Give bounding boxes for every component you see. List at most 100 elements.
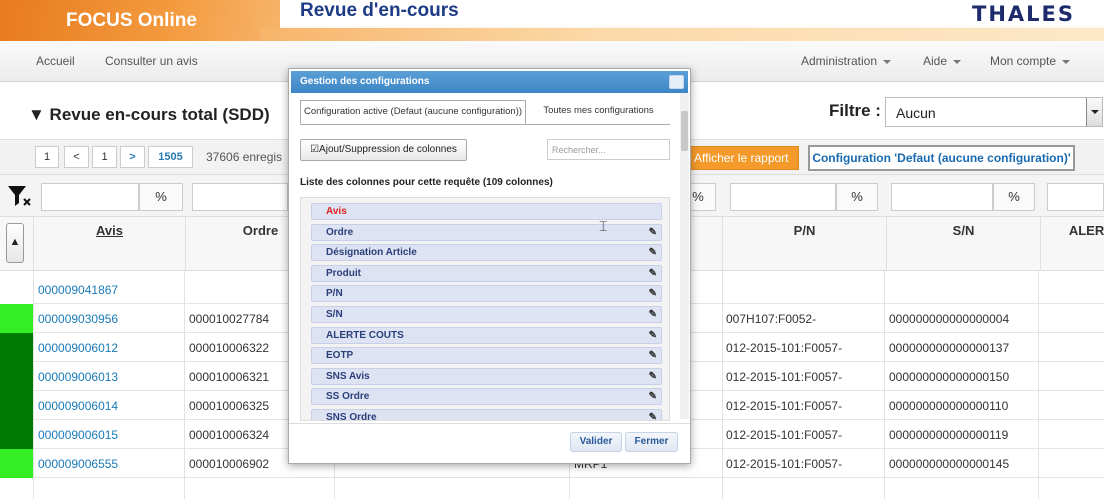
column-item[interactable]: Avis xyxy=(311,203,662,220)
column-item-label: Ordre xyxy=(326,226,354,238)
column-item-label: Avis xyxy=(326,206,347,217)
pencil-icon[interactable]: ✎ xyxy=(649,371,657,382)
text-cursor-icon: ⌶ xyxy=(599,218,608,234)
clear-filter-icon[interactable] xyxy=(6,184,32,208)
cell-sn: 000000000000000110 xyxy=(889,399,1009,413)
cell-avis[interactable]: 000009006012 xyxy=(38,341,118,355)
status-indicator xyxy=(0,333,33,362)
filter-input-ordre[interactable] xyxy=(192,183,288,211)
status-indicator xyxy=(0,362,33,391)
add-remove-columns-button[interactable]: ☑Ajout/Suppression de colonnes xyxy=(300,139,467,161)
pencil-icon[interactable]: ✎ xyxy=(649,227,657,238)
cell-avis[interactable]: 000009006015 xyxy=(38,428,118,442)
nav-admin[interactable]: Administration xyxy=(801,54,892,68)
columns-list: Avis Ordre ✎ Désignation Article ✎ Produit ✎ P/… xyxy=(300,197,670,421)
cell-pn: 012-2015-101:F0057- xyxy=(726,341,843,355)
cell-ordre: 000010006902 xyxy=(189,457,270,471)
close-button[interactable]: Fermer xyxy=(625,432,678,452)
filter-input-avis[interactable] xyxy=(41,183,139,211)
columns-list-title: Liste des colonnes pour cette requête (1… xyxy=(300,177,553,188)
filter-pct-pn[interactable]: % xyxy=(836,183,878,211)
pencil-icon[interactable]: ✎ xyxy=(649,330,657,341)
cell-avis[interactable]: 000009030956 xyxy=(38,312,118,326)
filter-label: Filtre : xyxy=(829,101,881,120)
filter-input-alert[interactable] xyxy=(1047,183,1104,211)
tab-active-config[interactable]: Configuration active (Defaut (aucune con… xyxy=(300,100,526,124)
filter-input-sn[interactable] xyxy=(891,183,993,211)
app-brand: FOCUS Online xyxy=(66,10,197,31)
edit-checkbox-icon: ☑ xyxy=(310,144,320,155)
column-item-label: EOTP xyxy=(326,350,354,362)
col-header-sn[interactable]: S/N xyxy=(886,217,1040,271)
column-item[interactable]: SNS Ordre ✎ xyxy=(311,409,662,420)
pencil-icon[interactable]: ✎ xyxy=(649,412,657,420)
cell-avis[interactable]: 000009041867 xyxy=(38,283,118,297)
cell-sn: 000000000000000150 xyxy=(889,370,1010,384)
cell-ordre: 000010006325 xyxy=(189,399,270,413)
filter-select-value: Aucun xyxy=(896,105,936,121)
column-item[interactable]: ALERTE COUTS ✎ xyxy=(311,326,662,344)
add-remove-columns-label: Ajout/Suppression de colonnes xyxy=(319,144,457,155)
chevron-down-icon xyxy=(953,59,962,64)
pager-first[interactable]: 1 xyxy=(35,146,59,168)
record-count: 37606 enregis xyxy=(206,150,283,164)
col-header-pn[interactable]: P/N xyxy=(722,217,886,271)
dialog-close-button[interactable] xyxy=(669,75,684,89)
pager-last[interactable]: 1505 xyxy=(148,146,193,168)
dropdown-arrow-icon[interactable] xyxy=(1086,98,1102,126)
pencil-icon[interactable]: ✎ xyxy=(649,391,657,402)
column-item[interactable]: SNS Avis ✎ xyxy=(311,367,662,385)
pencil-icon[interactable]: ✎ xyxy=(649,309,657,320)
validate-button[interactable]: Valider xyxy=(570,432,622,452)
cell-avis[interactable]: 000009006013 xyxy=(38,370,118,384)
cell-pn: 012-2015-101:F0057- xyxy=(726,399,843,413)
nav-consult[interactable]: Consulter un avis xyxy=(105,54,198,68)
pencil-icon[interactable]: ✎ xyxy=(649,288,657,299)
pencil-icon[interactable]: ✎ xyxy=(649,350,657,361)
pencil-icon[interactable]: ✎ xyxy=(649,247,657,258)
company-logo: THALES xyxy=(972,2,1076,26)
cell-ordre: 000010006322 xyxy=(189,341,270,355)
chevron-down-icon xyxy=(883,59,892,64)
column-item[interactable]: Produit ✎ xyxy=(311,264,662,282)
column-item[interactable]: EOTP ✎ xyxy=(311,347,662,365)
chevron-down-icon xyxy=(1062,59,1071,64)
nav-account-label: Mon compte xyxy=(990,54,1057,68)
column-item[interactable]: Ordre ✎ xyxy=(311,223,662,241)
nav-account[interactable]: Mon compte xyxy=(990,54,1071,68)
col-header-avis[interactable]: Avis xyxy=(33,217,185,271)
filter-select[interactable]: Aucun xyxy=(885,97,1103,127)
filter-pct-avis[interactable]: % xyxy=(139,183,183,211)
pager-current[interactable]: 1 xyxy=(92,146,117,168)
col-header-alert[interactable]: ALERT xyxy=(1040,217,1104,271)
column-item[interactable]: S/N ✎ xyxy=(311,306,662,323)
pager-prev[interactable]: < xyxy=(64,146,89,168)
cell-avis[interactable]: 000009006014 xyxy=(38,399,118,413)
column-item-label: SNS Avis xyxy=(326,370,370,382)
cell-avis[interactable]: 000009006555 xyxy=(38,457,118,471)
cell-pn: 012-2015-101:F0057- xyxy=(726,457,843,471)
column-item[interactable]: SS Ordre ✎ xyxy=(311,388,662,406)
nav-help[interactable]: Aide xyxy=(923,54,962,68)
nav-home[interactable]: Accueil xyxy=(36,54,75,68)
column-item-label: S/N xyxy=(326,309,343,320)
cell-pn: 012-2015-101:F0057- xyxy=(726,370,843,384)
cell-ordre: 000010006324 xyxy=(189,428,270,442)
pager-next[interactable]: > xyxy=(120,146,145,168)
page-title: Revue d'en-cours xyxy=(300,0,459,21)
dialog-scrollbar[interactable] xyxy=(680,93,689,419)
filter-pct-sn[interactable]: % xyxy=(993,183,1035,211)
show-report-button[interactable]: Afficher le rapport xyxy=(690,146,799,170)
columns-search-input[interactable]: Rechercher... xyxy=(547,139,670,160)
filter-input-pn[interactable] xyxy=(730,183,836,211)
column-item-label: ALERTE COUTS xyxy=(326,329,404,341)
column-item[interactable]: P/N ✎ xyxy=(311,285,662,303)
sort-toggle-button[interactable]: ▲ xyxy=(6,223,24,263)
column-item[interactable]: Désignation Article ✎ xyxy=(311,244,662,262)
scrollbar-thumb[interactable] xyxy=(681,111,688,151)
tab-all-configs[interactable]: Toutes mes configurations xyxy=(527,100,670,124)
config-button[interactable]: Configuration 'Defaut (aucune configurat… xyxy=(808,145,1075,171)
section-title[interactable]: ▼ Revue en-cours total (SDD) xyxy=(28,105,270,125)
cell-sn: 000000000000000004 xyxy=(889,312,1010,326)
pencil-icon[interactable]: ✎ xyxy=(649,268,657,279)
